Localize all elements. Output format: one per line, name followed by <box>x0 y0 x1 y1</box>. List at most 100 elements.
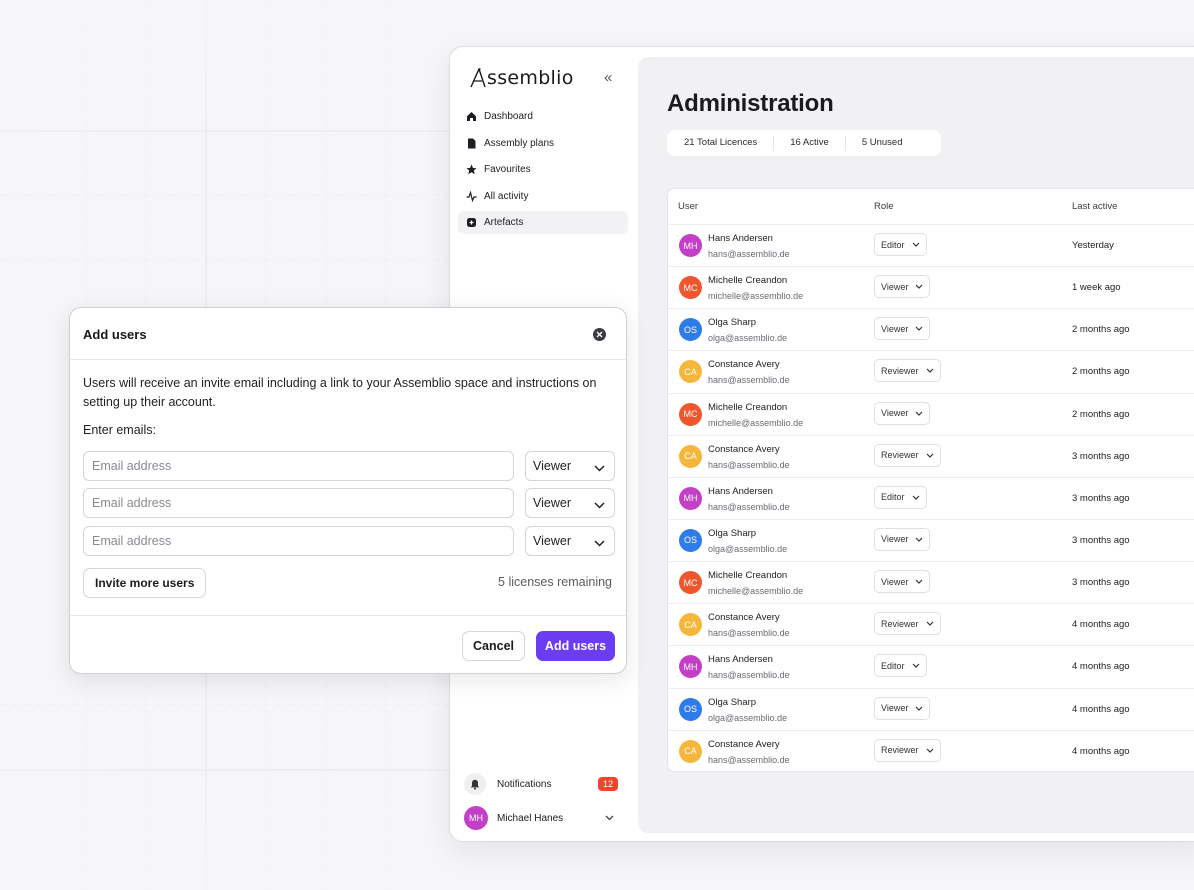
sidebar-item-all-activity[interactable]: All activity <box>458 185 628 208</box>
role-select[interactable]: Viewer <box>874 275 931 299</box>
role-select-value: Reviewer <box>881 365 919 376</box>
table-row: MH Hans Andersen hans@assemblio.de Editor Ye… <box>668 225 1194 268</box>
role-select[interactable]: Editor <box>874 233 927 256</box>
role-select-value: Editor <box>881 660 905 671</box>
role-select[interactable]: Viewer <box>874 696 931 720</box>
last-active: 3 months ago <box>1072 534 1130 546</box>
chevron-down-icon <box>926 368 934 374</box>
user-email: hans@assemblio.de <box>708 754 790 765</box>
email-row: Viewer <box>83 488 615 518</box>
cancel-button[interactable]: Cancel <box>462 631 525 661</box>
role-select-value: Editor <box>881 239 905 250</box>
sidebar-item-label: All activity <box>484 190 529 202</box>
main-content: Administration 21 Total Licences 16 Acti… <box>638 57 1194 833</box>
sidebar-item-favourites[interactable]: Favourites <box>458 158 628 181</box>
email-field[interactable] <box>83 451 514 481</box>
avatar: OS <box>679 697 702 721</box>
email-row: Viewer <box>83 526 615 556</box>
last-active: Yesterday <box>1072 240 1114 251</box>
notifications-item[interactable]: Notifications 12 <box>464 771 624 797</box>
user-email: hans@assemblio.de <box>708 628 790 639</box>
role-select[interactable]: Viewer <box>874 401 931 425</box>
avatar: MH <box>679 486 702 510</box>
role-select[interactable]: Editor <box>874 654 927 678</box>
user-email: hans@assemblio.de <box>708 501 790 512</box>
role-select-value: Viewer <box>881 408 909 419</box>
role-select-value: Reviewer <box>881 450 919 461</box>
add-users-button[interactable]: Add users <box>536 631 615 661</box>
logo: ssemblio <box>470 67 574 89</box>
user-name: Hans Andersen <box>708 233 773 244</box>
chevron-down-icon <box>915 326 923 332</box>
role-select-value: Viewer <box>881 534 909 545</box>
role-select[interactable]: Reviewer <box>874 612 941 636</box>
role-select[interactable]: Viewer <box>525 488 615 518</box>
role-select[interactable]: Reviewer <box>874 359 941 383</box>
close-icon[interactable] <box>593 328 606 341</box>
table-row: CA Constance Avery hans@assemblio.de Review… <box>668 436 1194 478</box>
role-select-value: Viewer <box>533 534 571 548</box>
role-select[interactable]: Viewer <box>874 570 931 594</box>
user-email: hans@assemblio.de <box>708 459 790 470</box>
role-select[interactable]: Reviewer <box>874 443 941 467</box>
chevron-down-icon <box>912 663 920 669</box>
email-field[interactable] <box>83 526 514 556</box>
modal-header: Add users <box>70 308 626 360</box>
box-icon <box>466 217 477 228</box>
chevron-down-icon <box>915 284 923 289</box>
role-select[interactable]: Viewer <box>525 451 615 481</box>
license-stats: 21 Total Licences 16 Active 5 Unused <box>667 130 941 156</box>
chevron-down-icon <box>915 706 923 711</box>
avatar: CA <box>679 444 702 468</box>
role-select[interactable]: Viewer <box>874 527 931 551</box>
unused-stat: 5 Unused <box>861 137 903 148</box>
role-select-value: Reviewer <box>881 745 919 756</box>
table-header: User Role Last active <box>668 189 1194 225</box>
enter-emails-label: Enter emails: <box>83 423 156 437</box>
role-select[interactable]: Reviewer <box>874 738 941 762</box>
user-name: Constance Avery <box>708 359 780 371</box>
email-field[interactable] <box>83 488 514 518</box>
invite-more-users-button[interactable]: Invite more users <box>83 568 207 598</box>
last-active: 2 months ago <box>1072 324 1130 336</box>
last-active: 2 months ago <box>1072 366 1130 378</box>
avatar: MH <box>679 655 702 679</box>
chevron-down-icon <box>912 495 920 500</box>
role-select-value: Viewer <box>533 496 571 510</box>
sidebar-item-label: Assembly plans <box>484 137 555 149</box>
user-email: hans@assemblio.de <box>708 249 790 259</box>
user-name: Constance Avery <box>708 612 780 624</box>
chevron-down-icon <box>594 461 605 475</box>
role-select[interactable]: Viewer <box>525 526 615 556</box>
user-name: Constance Avery <box>708 443 780 455</box>
role-select[interactable]: Editor <box>874 485 927 509</box>
sidebar-item-assembly-plans[interactable]: Assembly plans <box>458 132 628 155</box>
role-select-value: Editor <box>881 492 905 503</box>
last-active: 3 months ago <box>1072 492 1130 504</box>
users-table: User Role Last active MH Hans Andersen han… <box>667 188 1194 772</box>
role-select[interactable]: Viewer <box>874 317 931 341</box>
collapse-sidebar-icon[interactable]: « <box>604 69 612 86</box>
last-active: 4 months ago <box>1072 619 1130 631</box>
table-row: OS Olga Sharp olga@assemblio.de Viewer 3 mon… <box>668 520 1194 563</box>
sidebar-item-dashboard[interactable]: Dashboard <box>458 105 628 128</box>
user-name: Olga Sharp <box>708 527 757 539</box>
avatar: CA <box>679 739 702 763</box>
user-name: Hans Andersen <box>708 654 773 666</box>
table-row: OS Olga Sharp olga@assemblio.de Viewer 2 mon… <box>668 309 1194 352</box>
user-email: michelle@assemblio.de <box>708 417 804 428</box>
document-icon <box>466 138 477 149</box>
current-user-menu[interactable]: MH Michael Hanes <box>464 804 624 832</box>
avatar: MH <box>464 806 488 830</box>
last-active: 2 months ago <box>1072 408 1130 420</box>
user-email: hans@assemblio.de <box>708 670 790 681</box>
user-name: Constance Avery <box>708 738 780 750</box>
user-email: michelle@assemblio.de <box>708 291 804 302</box>
user-name: Michelle Creandon <box>708 570 788 582</box>
current-user-name: Michael Hanes <box>497 812 564 824</box>
avatar: MC <box>679 276 702 300</box>
avatar: MC <box>679 571 702 595</box>
chevron-down-icon <box>915 411 923 416</box>
role-select-value: Viewer <box>881 576 909 587</box>
sidebar-item-artefacts[interactable]: Artefacts <box>458 211 628 235</box>
